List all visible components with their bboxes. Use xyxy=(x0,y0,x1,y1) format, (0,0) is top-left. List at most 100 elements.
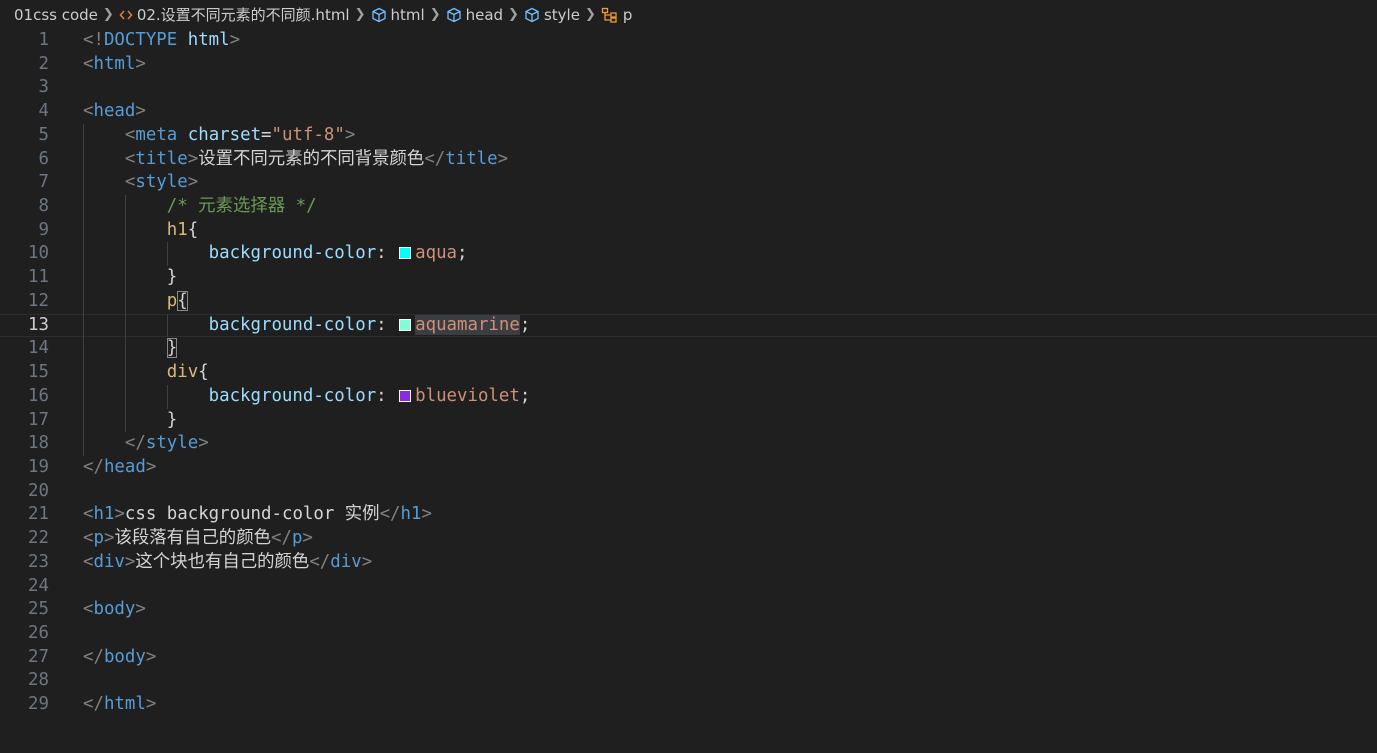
token: "utf-8" xyxy=(271,124,345,145)
code-line[interactable]: 20 xyxy=(0,480,1377,504)
token: } xyxy=(166,267,178,288)
code-line[interactable]: 29 </html> xyxy=(0,693,1377,717)
chevron-right-icon: ❯ xyxy=(584,7,596,22)
code-line[interactable]: 10 background-color: aqua; xyxy=(0,242,1377,267)
code-line[interactable]: 26 xyxy=(0,622,1377,646)
token: p xyxy=(93,528,104,549)
token: </ xyxy=(379,504,401,525)
code-line[interactable]: 13 background-color: aquamarine; xyxy=(0,313,1377,338)
code-line[interactable]: 15 div{ xyxy=(0,361,1377,385)
token: aquamarine xyxy=(415,314,520,335)
code-line[interactable]: 28 xyxy=(0,669,1377,693)
chevron-right-icon: ❯ xyxy=(429,7,441,22)
code-line[interactable]: 25 <body> xyxy=(0,598,1377,622)
code-text: } xyxy=(83,266,177,290)
line-number: 13 xyxy=(28,314,49,335)
code-text: div{ xyxy=(83,361,209,385)
token: div xyxy=(330,551,362,572)
token: h1 xyxy=(93,504,115,525)
code-text: p{ xyxy=(83,290,188,314)
code-line[interactable]: 11 } xyxy=(0,266,1377,290)
line-number: 9 xyxy=(38,219,49,240)
token: ; xyxy=(519,314,531,335)
token: > xyxy=(135,101,146,122)
breadcrumb-item[interactable]: 02.设置不同元素的不同颜.html xyxy=(119,4,350,25)
code-text: </body> xyxy=(83,646,156,670)
token: } xyxy=(166,338,178,359)
token: < xyxy=(83,101,94,122)
token: < xyxy=(124,124,136,145)
breadcrumb-label: html xyxy=(390,5,425,24)
code-line[interactable]: 24 xyxy=(0,575,1377,599)
line-number: 20 xyxy=(28,480,49,501)
code-line[interactable]: 12 p{ xyxy=(0,289,1377,314)
color-swatch[interactable] xyxy=(399,389,412,402)
breadcrumb-label: style xyxy=(543,5,580,24)
code-line[interactable]: 27 </body> xyxy=(0,646,1377,670)
code-text: </head> xyxy=(83,456,156,480)
line-number: 24 xyxy=(28,575,49,596)
token: style xyxy=(135,172,188,193)
code-line[interactable]: 6 <title>设置不同元素的不同背景颜色</title> xyxy=(0,147,1377,172)
code-line[interactable]: 3 xyxy=(0,76,1377,100)
breadcrumb-item[interactable]: head xyxy=(446,6,503,24)
code-text: <body> xyxy=(83,598,146,622)
token: 这个块也有自己的颜色 xyxy=(135,551,310,572)
breadcrumb-label: 01css code xyxy=(14,5,98,24)
token: > xyxy=(145,646,157,667)
code-text: background-color: aqua; xyxy=(83,242,468,266)
token: h1 xyxy=(400,504,422,525)
line-number: 29 xyxy=(28,694,49,715)
line-number: 4 xyxy=(38,101,49,122)
code-line[interactable]: 23 <div>这个块也有自己的颜色</div> xyxy=(0,551,1377,575)
token: > xyxy=(198,433,209,454)
code-text: <div>这个块也有自己的颜色</div> xyxy=(83,551,372,575)
code-text: </html> xyxy=(83,693,156,717)
code-line[interactable]: 17 } xyxy=(0,408,1377,433)
code-line[interactable]: 16 background-color: blueviolet; xyxy=(0,384,1377,409)
code-text: /* 元素选择器 */ xyxy=(83,195,317,219)
code-line[interactable]: 2 <html> xyxy=(0,53,1377,77)
token: : xyxy=(376,243,398,264)
code-line[interactable]: 5 <meta charset="utf-8"> xyxy=(0,123,1377,148)
code-line[interactable]: 7 <style> xyxy=(0,171,1377,196)
token: < xyxy=(124,148,136,169)
breadcrumb-item[interactable]: 01css code xyxy=(14,6,98,24)
token: > xyxy=(145,456,157,477)
token: aqua xyxy=(415,243,458,264)
code-line[interactable]: 22 <p>该段落有自己的颜色</p> xyxy=(0,527,1377,551)
line-number: 11 xyxy=(28,267,49,288)
color-swatch[interactable] xyxy=(399,247,412,260)
code-editor[interactable]: 1 <!DOCTYPE html> 2 <html> 3 4 <head> 5 <meta c… xyxy=(0,29,1377,717)
line-number: 18 xyxy=(28,433,49,454)
code-line[interactable]: 8 /* 元素选择器 */ xyxy=(0,195,1377,219)
token: p xyxy=(291,528,303,549)
token: </ xyxy=(83,456,104,477)
code-line[interactable]: 21 <h1>css background-color 实例</h1> xyxy=(0,503,1377,527)
breadcrumb-item[interactable]: p xyxy=(601,6,632,24)
code-text: h1{ xyxy=(83,219,198,243)
code-line[interactable]: 1 <!DOCTYPE html> xyxy=(0,29,1377,53)
code-line[interactable]: 4 <head> xyxy=(0,100,1377,124)
cube-icon xyxy=(371,7,387,23)
breadcrumb-item[interactable]: style xyxy=(524,6,580,24)
token: > xyxy=(344,124,356,145)
token: charset xyxy=(187,124,262,145)
token: > xyxy=(187,148,199,169)
token: > xyxy=(135,53,146,74)
code-line[interactable]: 9 h1{ xyxy=(0,218,1377,243)
token: background-color xyxy=(208,314,377,335)
code-line[interactable]: 19 </head> xyxy=(0,456,1377,480)
color-swatch[interactable] xyxy=(399,318,412,331)
line-number: 23 xyxy=(28,551,49,572)
token: blueviolet xyxy=(415,385,520,406)
token: > xyxy=(497,148,509,169)
code-line[interactable]: 18 </style> xyxy=(0,432,1377,456)
breadcrumb-item[interactable]: html xyxy=(371,6,425,24)
code-line[interactable]: 14 } xyxy=(0,337,1377,362)
line-number: 26 xyxy=(28,622,49,643)
token: < xyxy=(83,53,94,74)
